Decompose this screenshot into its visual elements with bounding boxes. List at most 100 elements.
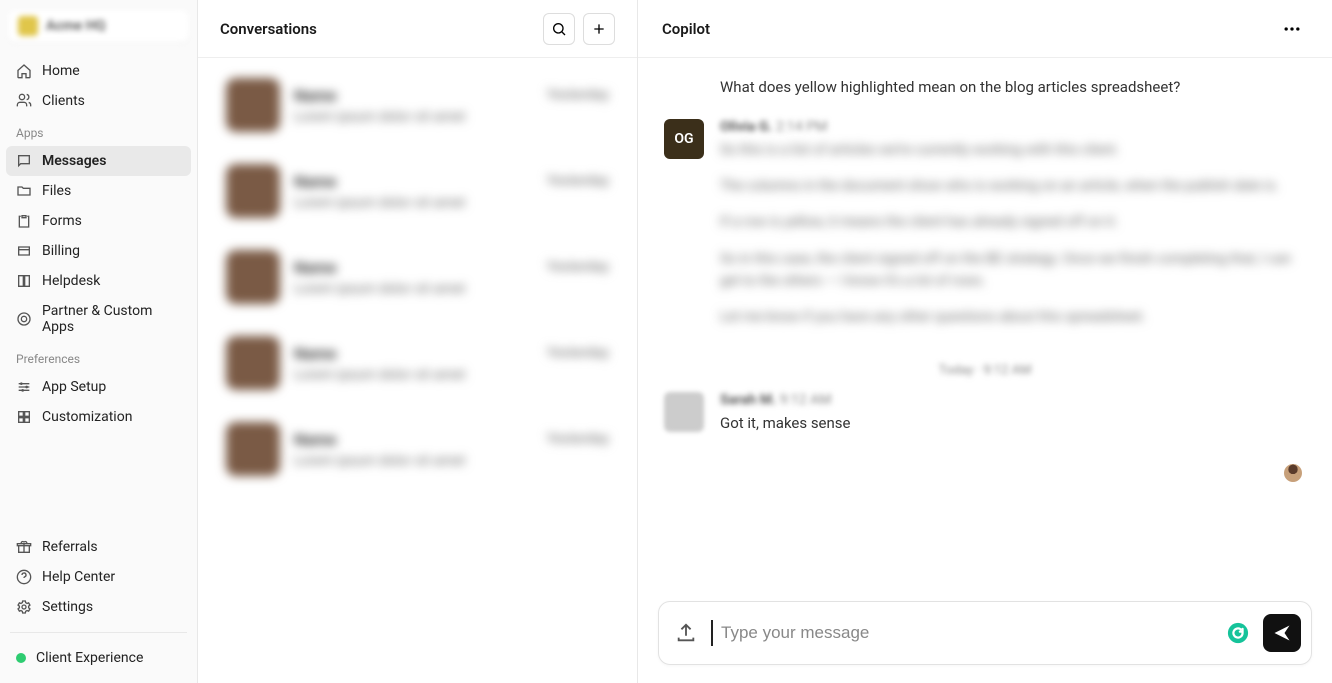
- copilot-more-button[interactable]: [1276, 13, 1308, 45]
- message-paragraph: Let me know if you have any other questi…: [720, 306, 1306, 328]
- sidebar-item-clients[interactable]: Clients: [6, 86, 191, 116]
- sidebar-item-referrals[interactable]: Referrals: [6, 532, 191, 562]
- conversation-preview: Lorem ipsum dolor sit amet: [294, 109, 609, 125]
- sidebar-item-forms[interactable]: Forms: [6, 206, 191, 236]
- sidebar-item-label: Referrals: [42, 539, 98, 555]
- conversation-item[interactable]: Name Yesterday Lorem ipsum dolor sit amet: [216, 68, 619, 142]
- send-button[interactable]: [1263, 614, 1301, 652]
- conversation-item[interactable]: Name Yesterday Lorem ipsum dolor sit amet: [216, 240, 619, 314]
- billing-icon: [16, 243, 32, 259]
- sidebar-item-label: Clients: [42, 93, 85, 109]
- grammarly-icon: [1227, 622, 1249, 644]
- help-icon: [16, 569, 32, 585]
- sidebar-item-customization[interactable]: Customization: [6, 402, 191, 432]
- conversation-time: Yesterday: [547, 259, 609, 275]
- message-answer: OG Olivia G. 2:14 PM So this is a list o…: [664, 119, 1306, 343]
- conversation-preview: Lorem ipsum dolor sit amet: [294, 195, 609, 211]
- date-divider: Today · 9:12 AM: [664, 363, 1306, 378]
- status-label: Client Experience: [36, 650, 143, 666]
- sidebar-item-helpdesk[interactable]: Helpdesk: [6, 266, 191, 296]
- search-icon: [551, 21, 567, 37]
- message-paragraph: If a row is yellow, it means the client …: [720, 211, 1306, 233]
- sidebar-item-label: Help Center: [42, 569, 115, 585]
- users-icon: [16, 93, 32, 109]
- prefs-section-label: Preferences: [6, 342, 191, 372]
- more-icon: [1282, 19, 1302, 39]
- new-conversation-button[interactable]: [583, 13, 615, 45]
- conversation-preview: Lorem ipsum dolor sit amet: [294, 281, 609, 297]
- conversation-preview: Lorem ipsum dolor sit amet: [294, 367, 609, 383]
- clipboard-icon: [16, 213, 32, 229]
- message-paragraph: So in this case, the client signed off o…: [720, 248, 1306, 293]
- avatar: [226, 78, 280, 132]
- conversations-header: Conversations: [198, 0, 637, 58]
- sidebar-item-partner-apps[interactable]: Partner & Custom Apps: [6, 296, 191, 342]
- avatar: [226, 336, 280, 390]
- workspace-name: Acme HQ: [46, 18, 105, 34]
- sidebar-item-settings[interactable]: Settings: [6, 592, 191, 622]
- message-reply: Sarah M. 9:12 AM Got it, makes sense: [664, 392, 1306, 435]
- sidebar-item-help-center[interactable]: Help Center: [6, 562, 191, 592]
- avatar: [226, 422, 280, 476]
- sidebar-item-files[interactable]: Files: [6, 176, 191, 206]
- message-meta: Olivia G. 2:14 PM: [720, 119, 1306, 135]
- message-text: What does yellow highlighted mean on the…: [720, 76, 1306, 99]
- upload-icon: [675, 622, 697, 644]
- message-composer: [658, 601, 1312, 665]
- search-button[interactable]: [543, 13, 575, 45]
- status-dot-icon: [16, 653, 26, 663]
- message-thread: What does yellow highlighted mean on the…: [638, 58, 1332, 589]
- sidebar-item-label: Partner & Custom Apps: [42, 303, 181, 335]
- sidebar-item-messages[interactable]: Messages: [6, 146, 191, 176]
- plus-icon: [591, 21, 607, 37]
- sidebar-item-label: Messages: [42, 153, 106, 169]
- chat-icon: [16, 153, 32, 169]
- copilot-header: Copilot: [638, 0, 1332, 58]
- conversation-time: Yesterday: [547, 173, 609, 189]
- home-icon: [16, 63, 32, 79]
- sidebar: Acme HQ Home Clients Apps Messages Files Fo…: [0, 0, 198, 683]
- conversation-item[interactable]: Name Yesterday Lorem ipsum dolor sit amet: [216, 326, 619, 400]
- conversation-name: Name: [294, 344, 336, 363]
- message-body: So this is a list of articles we’re curr…: [720, 139, 1306, 329]
- message-paragraph: So this is a list of articles we’re curr…: [720, 139, 1306, 161]
- avatar: [664, 392, 704, 432]
- conversation-time: Yesterday: [547, 431, 609, 447]
- sidebar-divider: [10, 632, 187, 633]
- workspace-switcher[interactable]: Acme HQ: [8, 10, 189, 42]
- conversation-item[interactable]: Name Yesterday Lorem ipsum dolor sit amet: [216, 154, 619, 228]
- conversation-name: Name: [294, 86, 336, 105]
- book-icon: [16, 273, 32, 289]
- attach-button[interactable]: [675, 622, 697, 644]
- sidebar-item-label: Helpdesk: [42, 273, 100, 289]
- sidebar-item-label: App Setup: [42, 379, 106, 395]
- conversation-name: Name: [294, 258, 336, 277]
- message-meta: Sarah M. 9:12 AM: [720, 392, 1306, 408]
- conversation-item[interactable]: Name Yesterday Lorem ipsum dolor sit amet: [216, 412, 619, 486]
- gift-icon: [16, 539, 32, 555]
- apps-section-label: Apps: [6, 116, 191, 146]
- message-paragraph: The columns in the document show who is …: [720, 175, 1306, 197]
- sidebar-item-home[interactable]: Home: [6, 56, 191, 86]
- workspace-avatar: [18, 16, 38, 36]
- copilot-panel: Copilot What does yellow highlighted mea…: [638, 0, 1332, 683]
- sidebar-item-billing[interactable]: Billing: [6, 236, 191, 266]
- avatar: [226, 164, 280, 218]
- conversation-name: Name: [294, 172, 336, 191]
- sidebar-item-label: Billing: [42, 243, 80, 259]
- send-icon: [1272, 623, 1292, 643]
- grid-icon: [16, 409, 32, 425]
- conversation-preview: Lorem ipsum dolor sit amet: [294, 453, 609, 469]
- message-question: What does yellow highlighted mean on the…: [664, 76, 1306, 99]
- sidebar-item-app-setup[interactable]: App Setup: [6, 372, 191, 402]
- avatar: [226, 250, 280, 304]
- conversation-name: Name: [294, 430, 336, 449]
- conversation-time: Yesterday: [547, 345, 609, 361]
- sidebar-item-label: Files: [42, 183, 71, 199]
- conversation-time: Yesterday: [547, 87, 609, 103]
- message-input[interactable]: [711, 620, 1213, 646]
- client-experience-status[interactable]: Client Experience: [6, 643, 191, 673]
- gear-icon: [16, 599, 32, 615]
- avatar-initials: OG: [664, 119, 704, 159]
- folder-icon: [16, 183, 32, 199]
